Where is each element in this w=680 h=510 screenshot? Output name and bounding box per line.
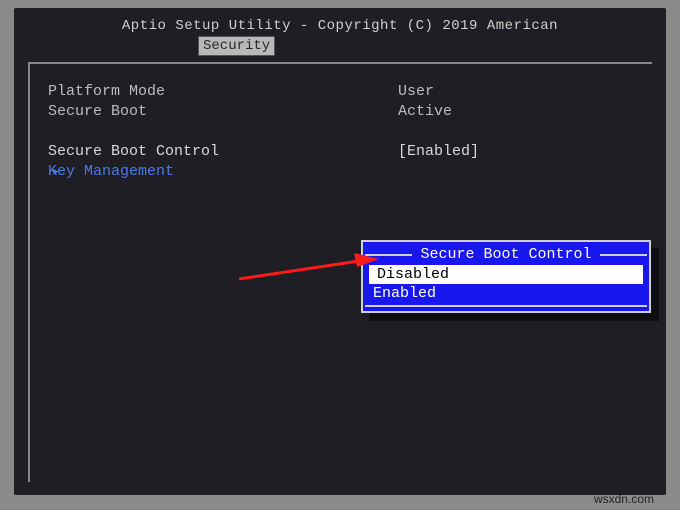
secure-boot-control-value: [Enabled]	[398, 142, 642, 162]
secure-boot-value: Active	[398, 102, 642, 122]
tab-row: Security	[14, 36, 666, 58]
bios-screen: Aptio Setup Utility - Copyright (C) 2019…	[14, 8, 666, 495]
tab-security[interactable]: Security	[198, 36, 275, 56]
secure-boot-label: Secure Boot	[48, 102, 398, 122]
row-platform-mode: Platform Mode User	[48, 82, 642, 102]
watermark: wsxdn.com	[594, 492, 654, 506]
header-title: Aptio Setup Utility - Copyright (C) 2019…	[14, 8, 666, 36]
popup-title: Secure Boot Control	[412, 246, 599, 263]
spacer	[48, 122, 642, 142]
row-key-management[interactable]: ▸ Key Management	[48, 162, 642, 182]
row-secure-boot-control[interactable]: Secure Boot Control [Enabled]	[48, 142, 642, 162]
popup-bottom-line	[365, 305, 647, 307]
platform-mode-label: Platform Mode	[48, 82, 398, 102]
popup-title-row: Secure Boot Control	[365, 244, 647, 265]
popup-option-enabled[interactable]: Enabled	[365, 284, 647, 303]
popup-title-line-left	[365, 254, 412, 256]
platform-mode-value: User	[398, 82, 642, 102]
popup-title-line-right	[600, 254, 647, 256]
row-secure-boot: Secure Boot Active	[48, 102, 642, 122]
popup-option-disabled[interactable]: Disabled	[369, 265, 643, 284]
popup-secure-boot-control: Secure Boot Control Disabled Enabled	[361, 240, 651, 313]
key-management-label: Key Management	[48, 162, 398, 182]
secure-boot-control-label: Secure Boot Control	[48, 142, 398, 162]
submenu-marker-icon: ▸	[52, 162, 60, 182]
